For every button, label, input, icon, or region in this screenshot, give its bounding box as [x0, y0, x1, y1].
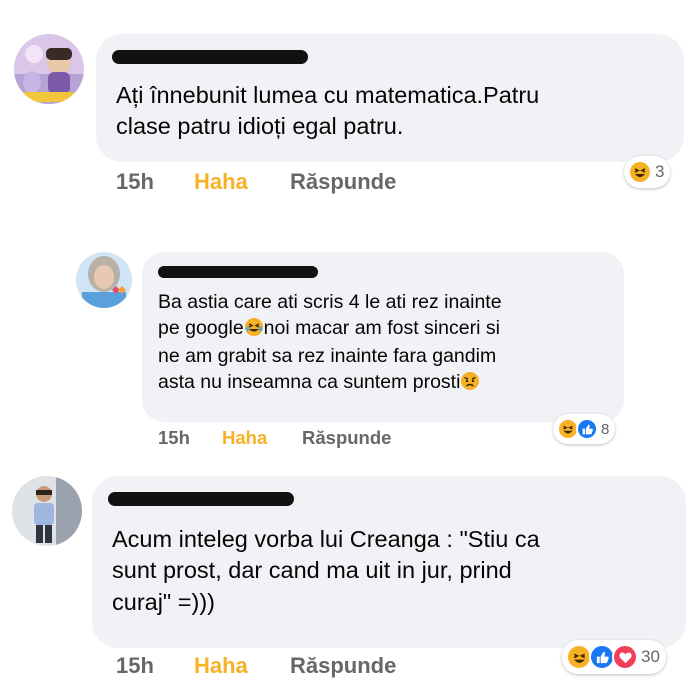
haha-reaction-button[interactable]: Haha: [194, 653, 248, 679]
timestamp[interactable]: 15h: [116, 653, 154, 679]
angry-face-emoji-icon: [460, 371, 480, 399]
redacted-author-name: [112, 50, 308, 64]
comment-bubble: Ați înnebunit lumea cu matematica.Patru …: [96, 34, 684, 162]
avatar[interactable]: [14, 34, 84, 104]
avatar[interactable]: [12, 476, 82, 546]
avatar-image: [12, 476, 82, 546]
timestamp[interactable]: 15h: [116, 169, 154, 195]
avatar[interactable]: [76, 252, 132, 308]
reply-button[interactable]: Răspunde: [302, 427, 391, 449]
comment-bubble: Ba astia care ati scris 4 le ati rez ina…: [142, 252, 624, 422]
redacted-author-name: [158, 266, 318, 278]
haha-reaction-button[interactable]: Haha: [222, 427, 267, 449]
comment-actions: 15h Haha Răspunde: [0, 653, 700, 683]
redacted-author-name-tail: [292, 55, 306, 59]
avatar-image: [14, 34, 84, 104]
comment-text: Ba astia care ati scris 4 le ati rez ina…: [158, 290, 502, 399]
comment-bubble: Acum inteleg vorba lui Creanga : "Stiu c…: [92, 476, 686, 648]
redacted-author-name: [108, 492, 294, 506]
comment-actions: 15h Haha Răspunde: [0, 427, 700, 453]
avatar-image: [76, 252, 132, 308]
comment-text: Ați înnebunit lumea cu matematica.Patru …: [116, 82, 540, 139]
comment-text: Acum inteleg vorba lui Creanga : "Stiu c…: [112, 526, 540, 615]
haha-reaction-button[interactable]: Haha: [194, 169, 248, 195]
reply-button[interactable]: Răspunde: [290, 169, 396, 195]
comment-actions: 15h Haha Răspunde: [0, 169, 700, 199]
reply-button[interactable]: Răspunde: [290, 653, 396, 679]
timestamp[interactable]: 15h: [158, 427, 190, 449]
rofl-emoji-icon: [244, 317, 264, 345]
